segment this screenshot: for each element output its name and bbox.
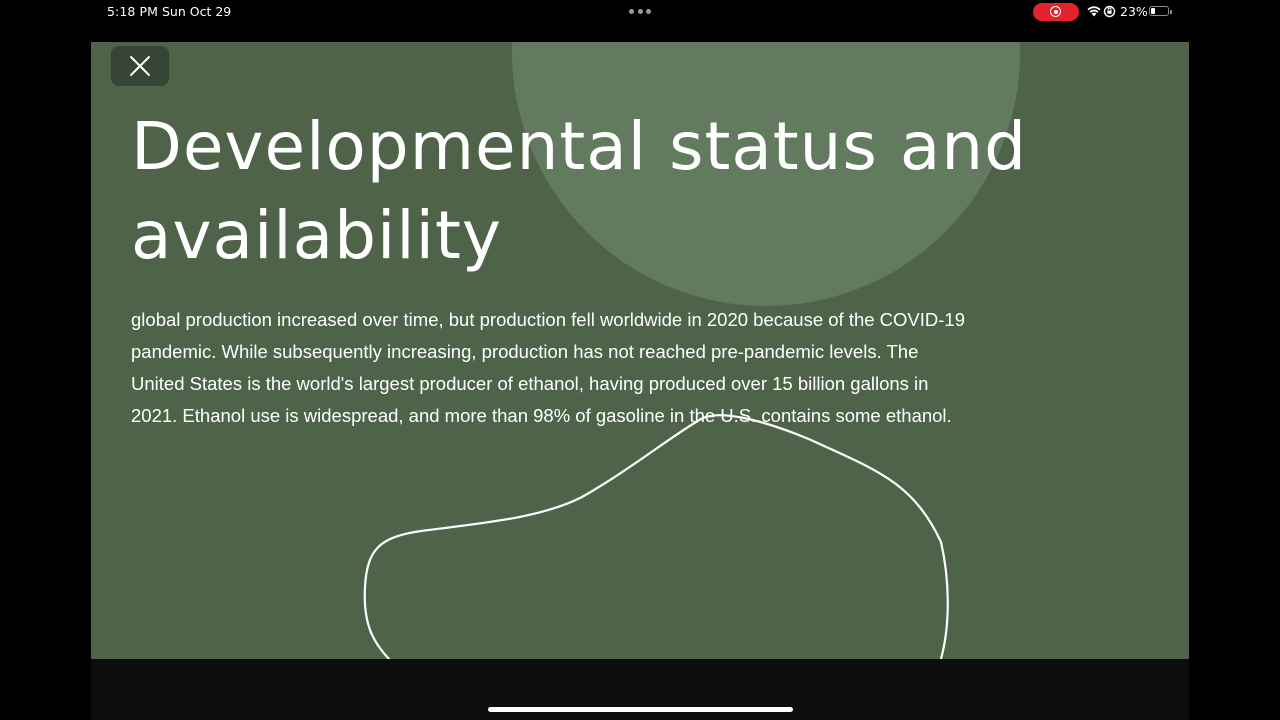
battery-percent: 23% <box>1120 4 1148 19</box>
slide-body-text: global production increased over time, b… <box>131 309 966 426</box>
status-time: 5:18 PM <box>107 4 159 19</box>
close-icon <box>130 56 150 76</box>
battery-nub <box>1170 9 1172 14</box>
slide-view: Developmental status and availability gl… <box>91 42 1189 659</box>
home-indicator[interactable] <box>488 707 793 712</box>
screen-record-icon[interactable] <box>1033 3 1079 21</box>
status-bar: 5:18 PM Sun Oct 29 23% <box>0 0 1280 24</box>
screen: 5:18 PM Sun Oct 29 23% Developmental sta… <box>0 0 1280 720</box>
battery-level <box>1151 8 1155 14</box>
multitasking-menu-icon[interactable] <box>629 9 651 15</box>
status-date: Sun Oct 29 <box>162 4 232 19</box>
dot <box>629 9 634 14</box>
orientation-lock-icon <box>1103 5 1116 18</box>
dot <box>646 9 651 14</box>
wifi-icon <box>1087 6 1101 17</box>
slide-title: Developmental status and availability <box>131 108 1028 274</box>
close-button[interactable] <box>111 46 169 86</box>
record-ring <box>1050 6 1061 17</box>
dot <box>637 9 643 14</box>
battery-icon <box>1149 6 1172 16</box>
